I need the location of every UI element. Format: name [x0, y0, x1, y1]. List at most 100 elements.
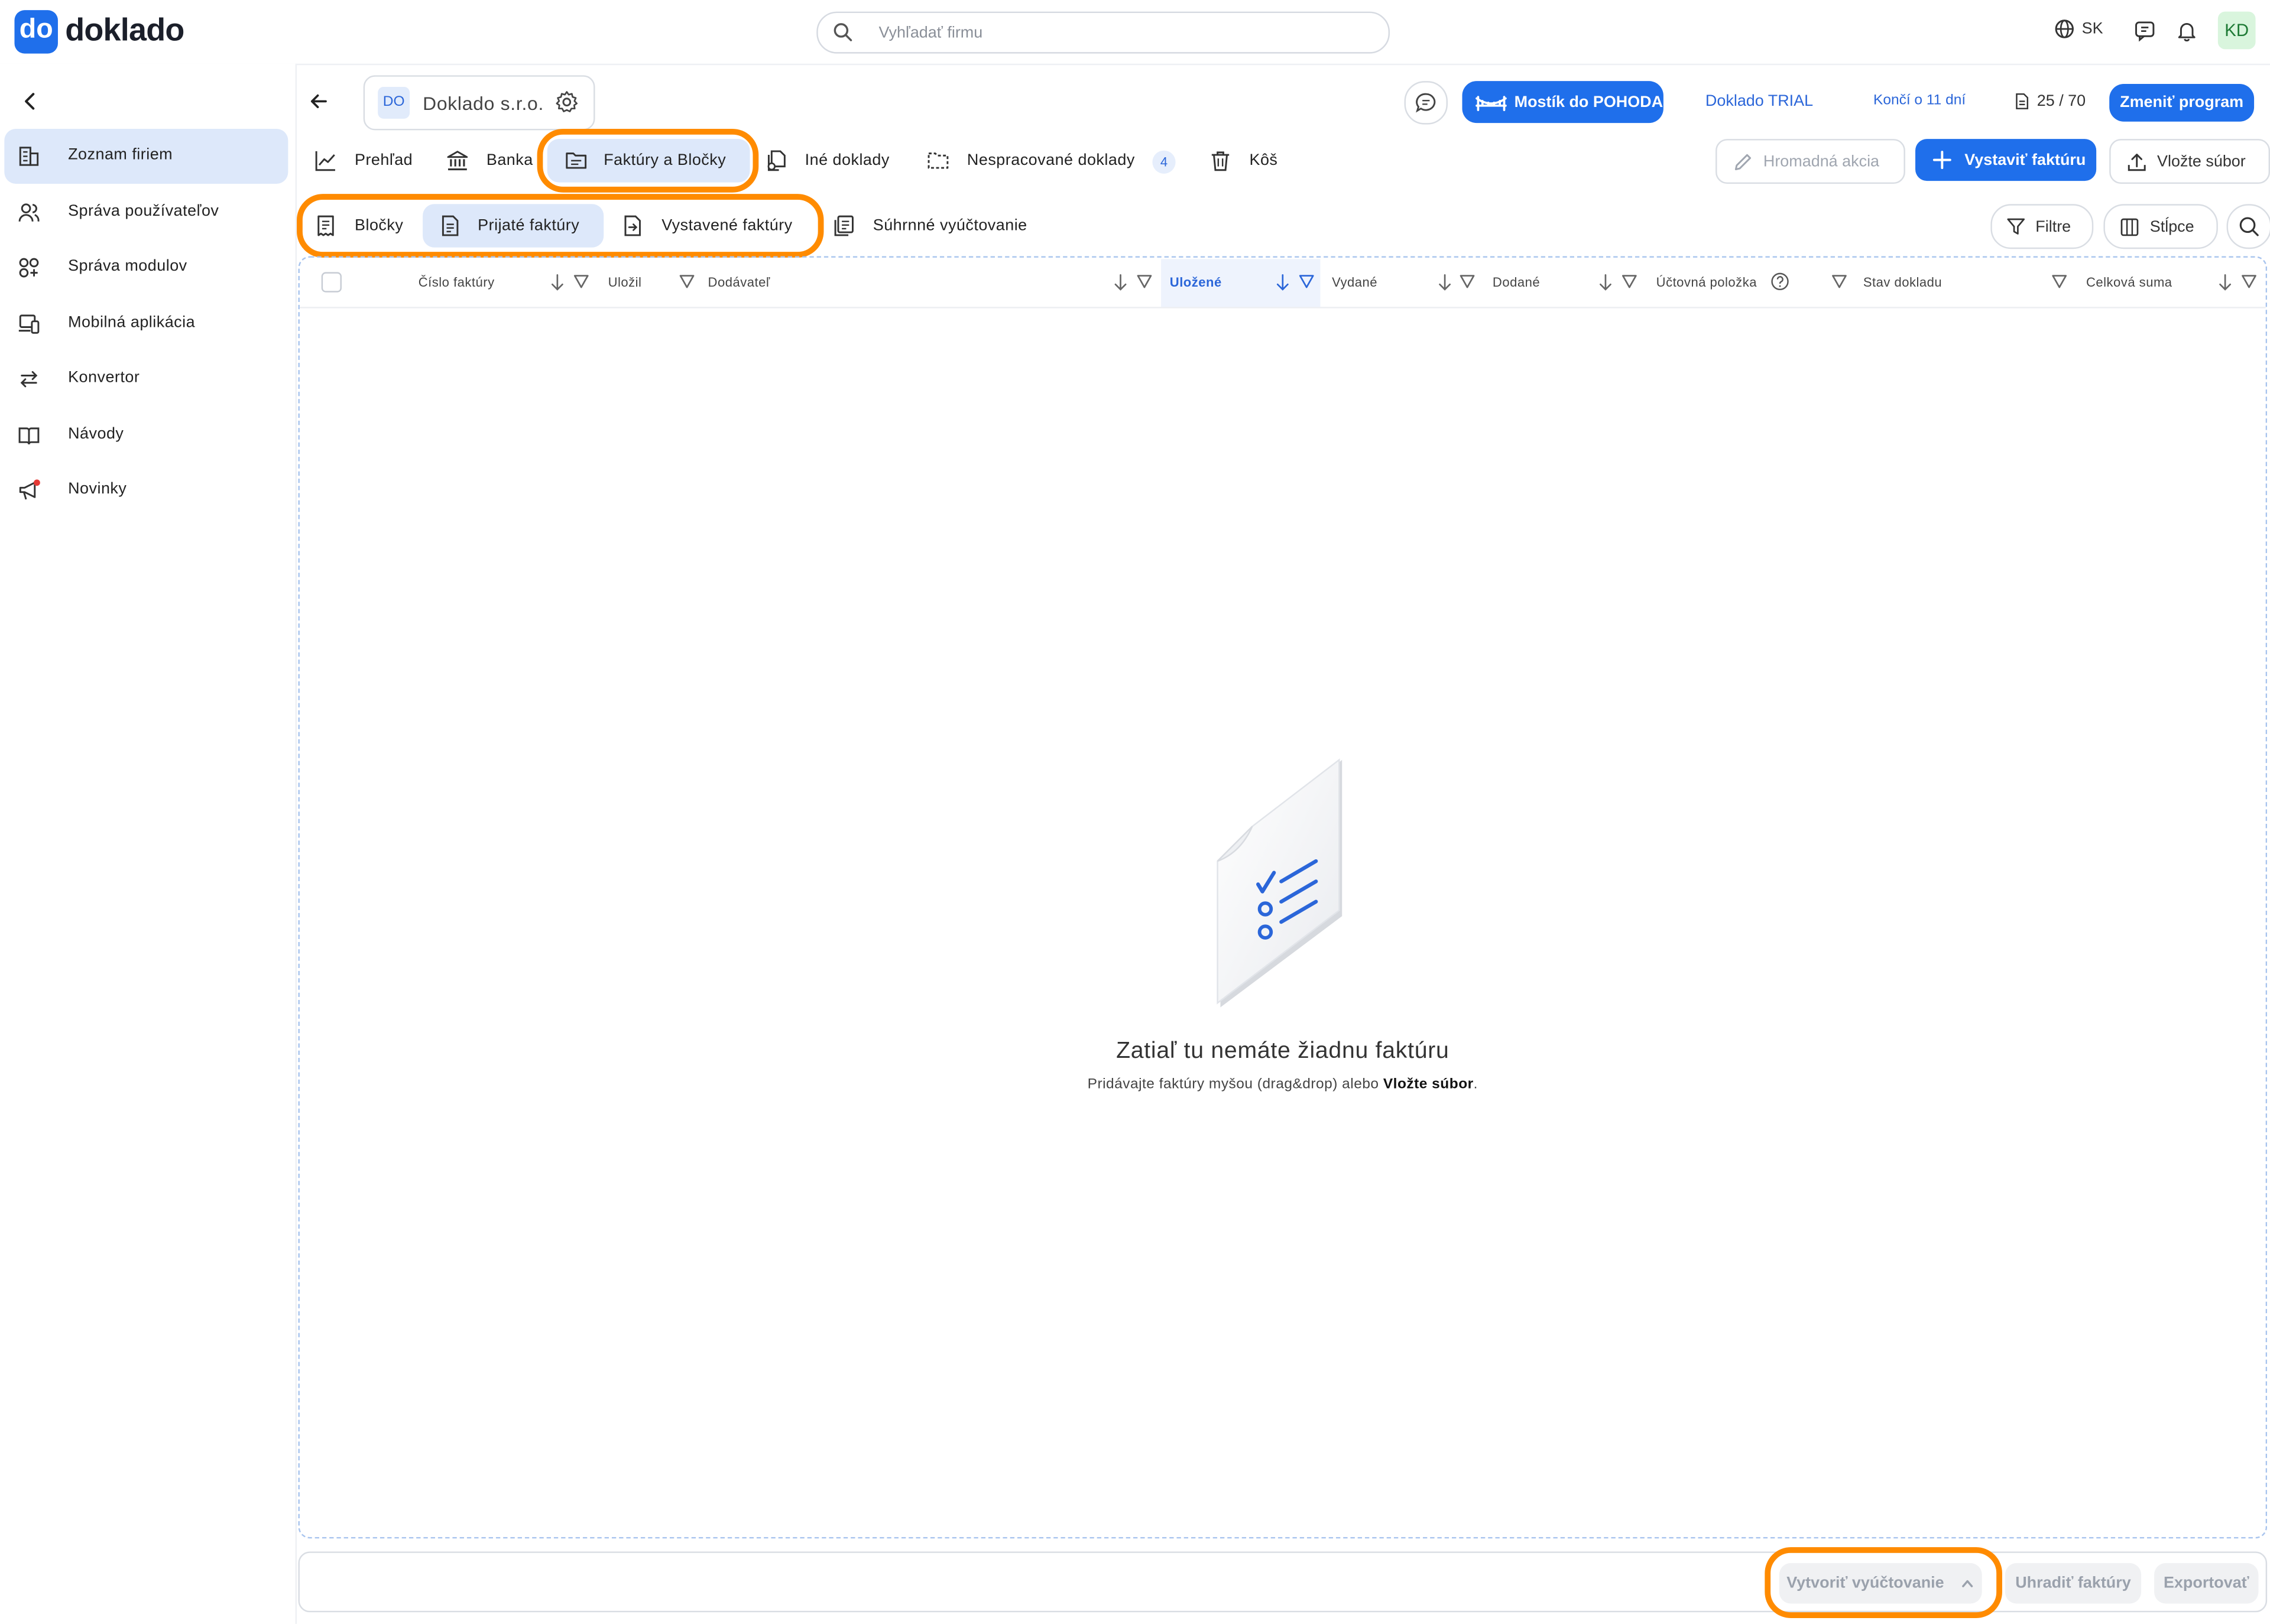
column-header-delivered-date[interactable]: Dodané [1493, 275, 1540, 289]
documents-icon [764, 149, 787, 172]
sidebar-item-label: Správa modulov [68, 257, 187, 275]
comments-button[interactable] [1404, 81, 1448, 125]
users-icon [17, 201, 40, 224]
table-search-button[interactable] [2226, 204, 2270, 249]
help-icon[interactable] [1770, 272, 1789, 291]
tab-invoices-receipts[interactable]: Faktúry a Bločky [547, 139, 750, 183]
tab-overview[interactable]: Prehľad [314, 139, 430, 182]
company-search[interactable] [816, 11, 1390, 54]
filter-icon[interactable] [573, 274, 589, 290]
tab-label: Kôš [1249, 152, 1278, 170]
subtab-label: Bločky [355, 217, 404, 235]
column-header-document-status[interactable]: Stav dokladu [1863, 275, 1942, 289]
column-header-saved-date[interactable]: Uložené [1170, 275, 1222, 289]
pencil-icon [1733, 152, 1753, 172]
subtab-summary-billing[interactable]: Súhrnné vyúčtovanie [832, 204, 1049, 247]
sort-icon[interactable] [1113, 274, 1127, 291]
tab-label: Prehľad [355, 152, 413, 170]
upload-file-link[interactable]: Vložte súbor [1383, 1077, 1474, 1093]
bulk-action-button[interactable]: Hromadná akcia [1716, 139, 1905, 184]
empty-state-text: Pridávajte faktúry myšou (drag&drop) ale… [300, 1077, 2266, 1093]
upload-file-button[interactable]: Vložte súbor [2109, 139, 2270, 184]
column-header-total-amount[interactable]: Celková suma [2086, 275, 2172, 289]
columns-button[interactable]: Stĺpce [2103, 204, 2218, 249]
sidebar-item-mobile-app[interactable]: Mobilná aplikácia [4, 297, 288, 352]
create-billing-button[interactable]: Vytvoriť vyúčtovanie [1779, 1563, 1982, 1604]
sort-icon[interactable] [1438, 274, 1452, 291]
plus-icon [1932, 151, 1951, 170]
book-icon [17, 424, 40, 447]
sort-icon[interactable] [550, 274, 565, 291]
sidebar-item-label: Správa používateľov [68, 202, 219, 220]
back-arrow-icon[interactable] [309, 91, 329, 111]
subtab-received-invoices[interactable]: Prijaté faktúry [423, 204, 604, 248]
pohoda-bridge-button[interactable]: Mostík do POHODA [1462, 81, 1663, 124]
issue-invoice-button[interactable]: Vystaviť faktúru [1915, 139, 2097, 181]
filters-button[interactable]: Filtre [1990, 204, 2094, 249]
tab-bank[interactable]: Banka [446, 139, 547, 182]
user-avatar[interactable]: KD [2217, 11, 2256, 50]
filter-icon[interactable] [679, 274, 695, 290]
filter-icon[interactable] [2241, 274, 2257, 290]
tab-other-documents[interactable]: Iné doklady [764, 139, 909, 182]
filter-icon[interactable] [1460, 274, 1476, 290]
gear-icon[interactable] [554, 90, 579, 115]
language-switch[interactable]: SK [2054, 19, 2103, 39]
filter-icon[interactable] [1299, 274, 1315, 290]
folder-icon [565, 149, 588, 172]
document-icon [2014, 93, 2030, 110]
change-plan-button[interactable]: Zmeniť program [2109, 84, 2255, 122]
invoice-out-icon [621, 214, 644, 237]
trial-label[interactable]: Doklado TRIAL [1705, 93, 1813, 110]
logo-mark[interactable]: do [14, 10, 58, 54]
sort-icon[interactable] [1276, 274, 1290, 291]
document-counter-value: 25 / 70 [2036, 92, 2086, 111]
column-header-saved-by[interactable]: Uložil [608, 275, 642, 289]
select-all-checkbox[interactable] [321, 272, 342, 293]
invoice-icon [439, 214, 462, 237]
comment-icon [1415, 91, 1438, 114]
bell-icon[interactable] [2176, 20, 2198, 42]
company-selector[interactable]: DO Doklado s.r.o. [363, 75, 595, 131]
chevron-up-icon [1960, 1576, 1974, 1590]
document-counter: 25 / 70 [2014, 93, 2086, 110]
trash-icon [1209, 149, 1232, 172]
top-header: do doklado SK KD [0, 0, 2270, 66]
filter-icon[interactable] [1136, 274, 1152, 290]
sort-icon[interactable] [1598, 274, 1613, 291]
megaphone-icon [17, 479, 40, 502]
column-header-accounting-item[interactable]: Účtovná položka [1656, 275, 1757, 289]
sidebar-item-converter[interactable]: Konvertor [4, 352, 288, 407]
sidebar-item-guides[interactable]: Návody [4, 408, 288, 463]
export-button[interactable]: Exportovať [2154, 1563, 2259, 1604]
subtab-issued-invoices[interactable]: Vystavené faktúry [621, 204, 809, 247]
logo-text[interactable]: doklado [65, 12, 184, 50]
filter-icon[interactable] [1831, 274, 1847, 290]
sidebar-item-modules[interactable]: Správa modulov [4, 241, 288, 295]
columns-icon [2119, 217, 2139, 237]
sidebar-item-news[interactable]: Novinky [4, 463, 288, 518]
tab-label: Banka [486, 152, 533, 170]
sidebar-item-label: Novinky [68, 480, 127, 498]
tab-trash[interactable]: Kôš [1209, 139, 1296, 182]
column-header-supplier[interactable]: Dodávateľ [708, 275, 770, 289]
subtab-receipts[interactable]: Bločky [314, 204, 415, 247]
search-input[interactable] [875, 17, 1360, 50]
column-header-issued-date[interactable]: Vydané [1332, 275, 1377, 289]
sidebar-item-label: Konvertor [68, 369, 140, 386]
pay-invoices-button[interactable]: Uhradiť faktúry [2005, 1563, 2142, 1604]
chat-icon[interactable] [2134, 20, 2156, 42]
search-icon [832, 22, 852, 42]
filter-icon[interactable] [1622, 274, 1637, 290]
column-header-invoice-number[interactable]: Číslo faktúry [419, 275, 495, 289]
sidebar-item-companies[interactable]: Zoznam firiem [4, 128, 288, 184]
collapse-sidebar-icon[interactable] [20, 91, 40, 111]
trial-ends-label: Končí o 11 dní [1873, 92, 1966, 109]
tab-unprocessed-documents[interactable]: Nespracované doklady 4 [926, 139, 1187, 182]
filter-icon[interactable] [2051, 274, 2067, 290]
unprocessed-count-badge: 4 [1152, 150, 1176, 174]
company-initials: DO [378, 86, 410, 119]
sort-icon[interactable] [2218, 274, 2232, 291]
sidebar-item-users[interactable]: Správa používateľov [4, 185, 288, 240]
sidebar-item-label: Návody [68, 426, 124, 443]
